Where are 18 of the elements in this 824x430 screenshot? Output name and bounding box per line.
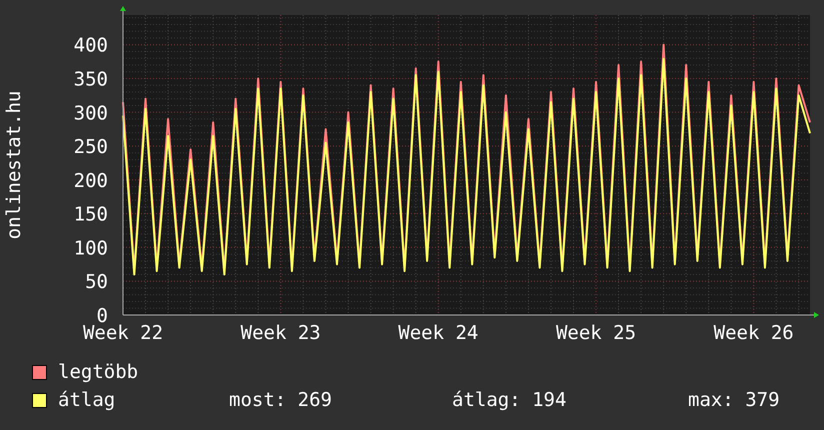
legend-stat: átlag: 194 <box>452 391 568 410</box>
x-tick-label: Week 25 <box>556 322 636 344</box>
y-tick-label: 250 <box>74 136 108 158</box>
y-tick-label: 100 <box>74 237 108 260</box>
legend-label: átlag <box>58 391 116 410</box>
legend-label: legtöbb <box>58 363 140 382</box>
y-axis-label: onlinestat.hu <box>3 90 25 240</box>
y-tick-label: 50 <box>85 271 108 294</box>
y-tick-label: 150 <box>74 204 108 226</box>
x-tick-label: Week 23 <box>240 322 321 344</box>
y-tick-label: 400 <box>74 34 108 57</box>
y-tick-label: 300 <box>74 102 108 124</box>
y-tick-label: 350 <box>74 68 108 91</box>
legend-stat: most: 269 <box>229 391 333 410</box>
legend-stat: max: 379 <box>688 391 780 410</box>
x-tick-label: Week 26 <box>714 322 794 344</box>
y-tick-label: 200 <box>74 170 108 192</box>
x-tick-label: Week 24 <box>398 322 478 344</box>
